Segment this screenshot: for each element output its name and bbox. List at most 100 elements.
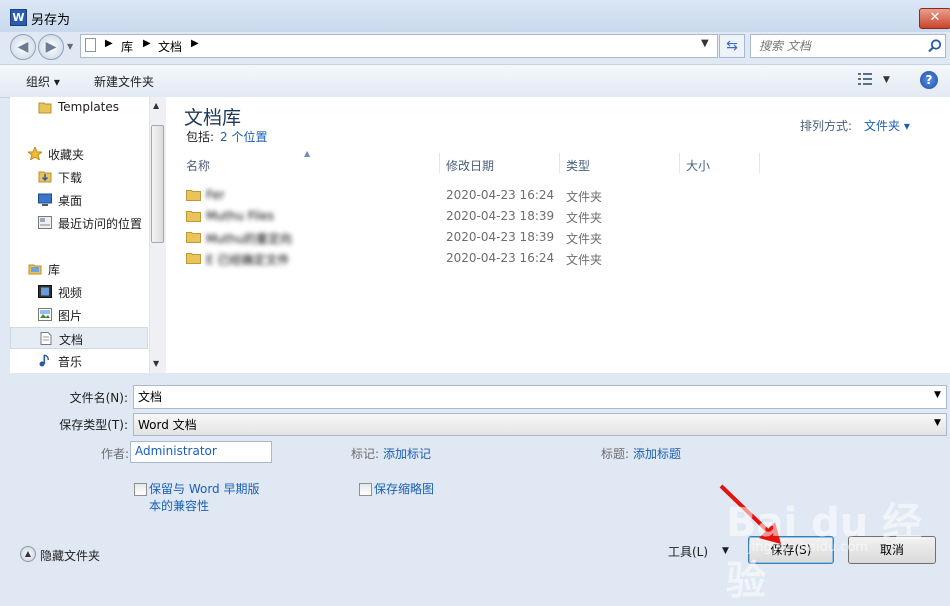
document-icon [85,38,96,52]
filename-input[interactable]: 文档 ▼ [133,385,947,409]
file-date: 2020-04-23 18:39 [446,209,555,223]
address-bar[interactable]: ▶ 库 ▶ 文档 ▶ ▼ [80,34,718,58]
sidebar-item-videos[interactable]: 视频 [10,281,148,303]
sidebar-item-label: 文档 [59,333,84,347]
recent-places-icon [38,216,52,229]
column-divider[interactable] [679,153,680,173]
sidebar-item-libraries[interactable]: 库 [10,258,148,280]
file-name: Muthu的重定向 [206,232,292,246]
column-header-type[interactable]: 类型 [566,157,590,174]
sidebar-item-label: 桌面 [58,194,83,208]
filetype-select[interactable]: Word 文档 ▼ [133,413,947,436]
column-header-size[interactable]: 大小 [686,157,710,174]
refresh-button[interactable]: ⇆ [719,34,745,58]
sidebar-item-label: 收藏夹 [48,148,85,162]
compatibility-checkbox[interactable] [134,483,147,496]
file-list-pane: 文档库 包括: 2 个位置 排列方式: 文件夹 ▾ ▲ 名称 修改日期 类型 大… [166,97,950,373]
window-title: 另存为 [31,13,71,28]
sidebar-item-favorites[interactable]: 收藏夹 [10,143,148,165]
filename-value: 文档 [138,390,163,404]
navigation-pane: Templates 收藏夹 下载 桌面 最近访问的位置 库 视频 图片 文档 音… [10,97,165,373]
sidebar-item-documents[interactable]: 文档 [10,327,148,349]
sidebar-item-downloads[interactable]: 下载 [10,166,148,188]
tools-button[interactable]: 工具(L) [668,543,708,560]
sidebar-item-label: 下载 [58,171,83,185]
column-header-name[interactable]: 名称 [186,157,210,174]
download-folder-icon [38,171,52,183]
library-locations-link[interactable]: 2 个位置 [220,128,267,145]
chevron-down-icon[interactable]: ▼ [934,418,941,428]
filename-label: 文件名(N): [69,391,128,405]
help-icon[interactable]: ? [920,71,938,89]
title-label: 标题: [601,447,630,461]
column-divider[interactable] [439,153,440,173]
scroll-down-icon[interactable]: ▼ [153,359,159,368]
sidebar-item-pictures[interactable]: 图片 [10,304,148,326]
folder-icon [186,232,201,243]
forward-button[interactable]: ▶ [38,34,64,60]
file-row[interactable]: Fer 2020-04-23 16:24 文件夹 [178,185,778,206]
filetype-value: Word 文档 [138,418,197,432]
sidebar-item-desktop[interactable]: 桌面 [10,189,148,211]
close-button[interactable]: ✕ [919,8,950,29]
arrange-by-dropdown[interactable]: 文件夹 ▾ [864,117,910,134]
folder-icon [186,211,201,222]
chevron-right-icon[interactable]: ▶ [143,38,151,49]
search-input[interactable] [751,35,935,57]
view-options-icon[interactable] [858,73,872,85]
sidebar-item-music[interactable]: 音乐 [10,350,148,372]
collapse-icon[interactable]: ▲ [20,546,36,562]
search-icon[interactable] [927,38,943,54]
author-value: Administrator [135,444,217,458]
column-header-date-modified[interactable]: 修改日期 [446,157,494,174]
hide-folders-button[interactable]: 隐藏文件夹 [40,547,100,564]
column-divider[interactable] [559,153,560,173]
music-icon [39,354,49,367]
chevron-right-icon[interactable]: ▶ [105,38,113,49]
history-dropdown-icon[interactable]: ▼ [67,42,73,51]
file-name: Fer [206,188,225,202]
add-tags-link[interactable]: 添加标记 [383,445,431,462]
folder-icon [186,253,201,264]
document-icon [40,332,52,345]
sidebar-item-label: 图片 [58,309,83,323]
file-type: 文件夹 [566,190,603,204]
sidebar-item-templates[interactable]: Templates [10,97,148,119]
add-title-link[interactable]: 添加标题 [633,445,681,462]
back-button[interactable]: ◀ [10,34,36,60]
author-label: 作者: [101,447,130,461]
arrange-by-label: 排列方式: [800,119,853,133]
desktop-icon [38,193,52,206]
file-row[interactable]: E 已经确定文件 2020-04-23 16:24 文件夹 [178,248,778,269]
sidebar-item-label: Templates [58,100,120,114]
view-dropdown-icon[interactable]: ▼ [883,75,890,85]
breadcrumb-documents[interactable]: 文档 [158,38,182,55]
file-type: 文件夹 [566,253,603,267]
organize-button[interactable]: 组织 ▾ [26,73,60,90]
save-thumbnail-checkbox[interactable] [359,483,372,496]
sidebar-item-recent-places[interactable]: 最近访问的位置 [10,212,148,234]
address-dropdown-icon[interactable]: ▼ [701,38,709,49]
word-app-icon: W [10,9,27,26]
column-divider[interactable] [759,153,760,173]
sidebar-scrollbar[interactable]: ▲ ▼ [149,97,166,373]
compatibility-label-line1[interactable]: 保留与 Word 早期版 [149,480,259,497]
file-row[interactable]: Muthu的重定向 2020-04-23 18:39 文件夹 [178,227,778,248]
search-box[interactable] [750,34,946,58]
sidebar-item-label: 视频 [58,286,83,300]
chevron-down-icon[interactable]: ▼ [934,390,941,400]
compatibility-label-line2[interactable]: 本的兼容性 [149,497,209,514]
filetype-label: 保存类型(T): [59,418,128,432]
breadcrumb-library[interactable]: 库 [121,38,133,55]
save-thumbnail-label[interactable]: 保存缩略图 [374,480,434,497]
file-date: 2020-04-23 16:24 [446,251,555,265]
author-input[interactable]: Administrator [130,441,272,463]
scroll-up-icon[interactable]: ▲ [153,101,159,110]
scrollbar-thumb[interactable] [151,125,164,243]
file-name: E 已经确定文件 [206,253,290,267]
library-title: 文档库 [184,107,242,129]
chevron-right-icon[interactable]: ▶ [191,38,199,49]
file-row[interactable]: Muthu Files 2020-04-23 18:39 文件夹 [178,206,778,227]
new-folder-button[interactable]: 新建文件夹 [94,73,154,90]
video-icon [38,285,52,298]
